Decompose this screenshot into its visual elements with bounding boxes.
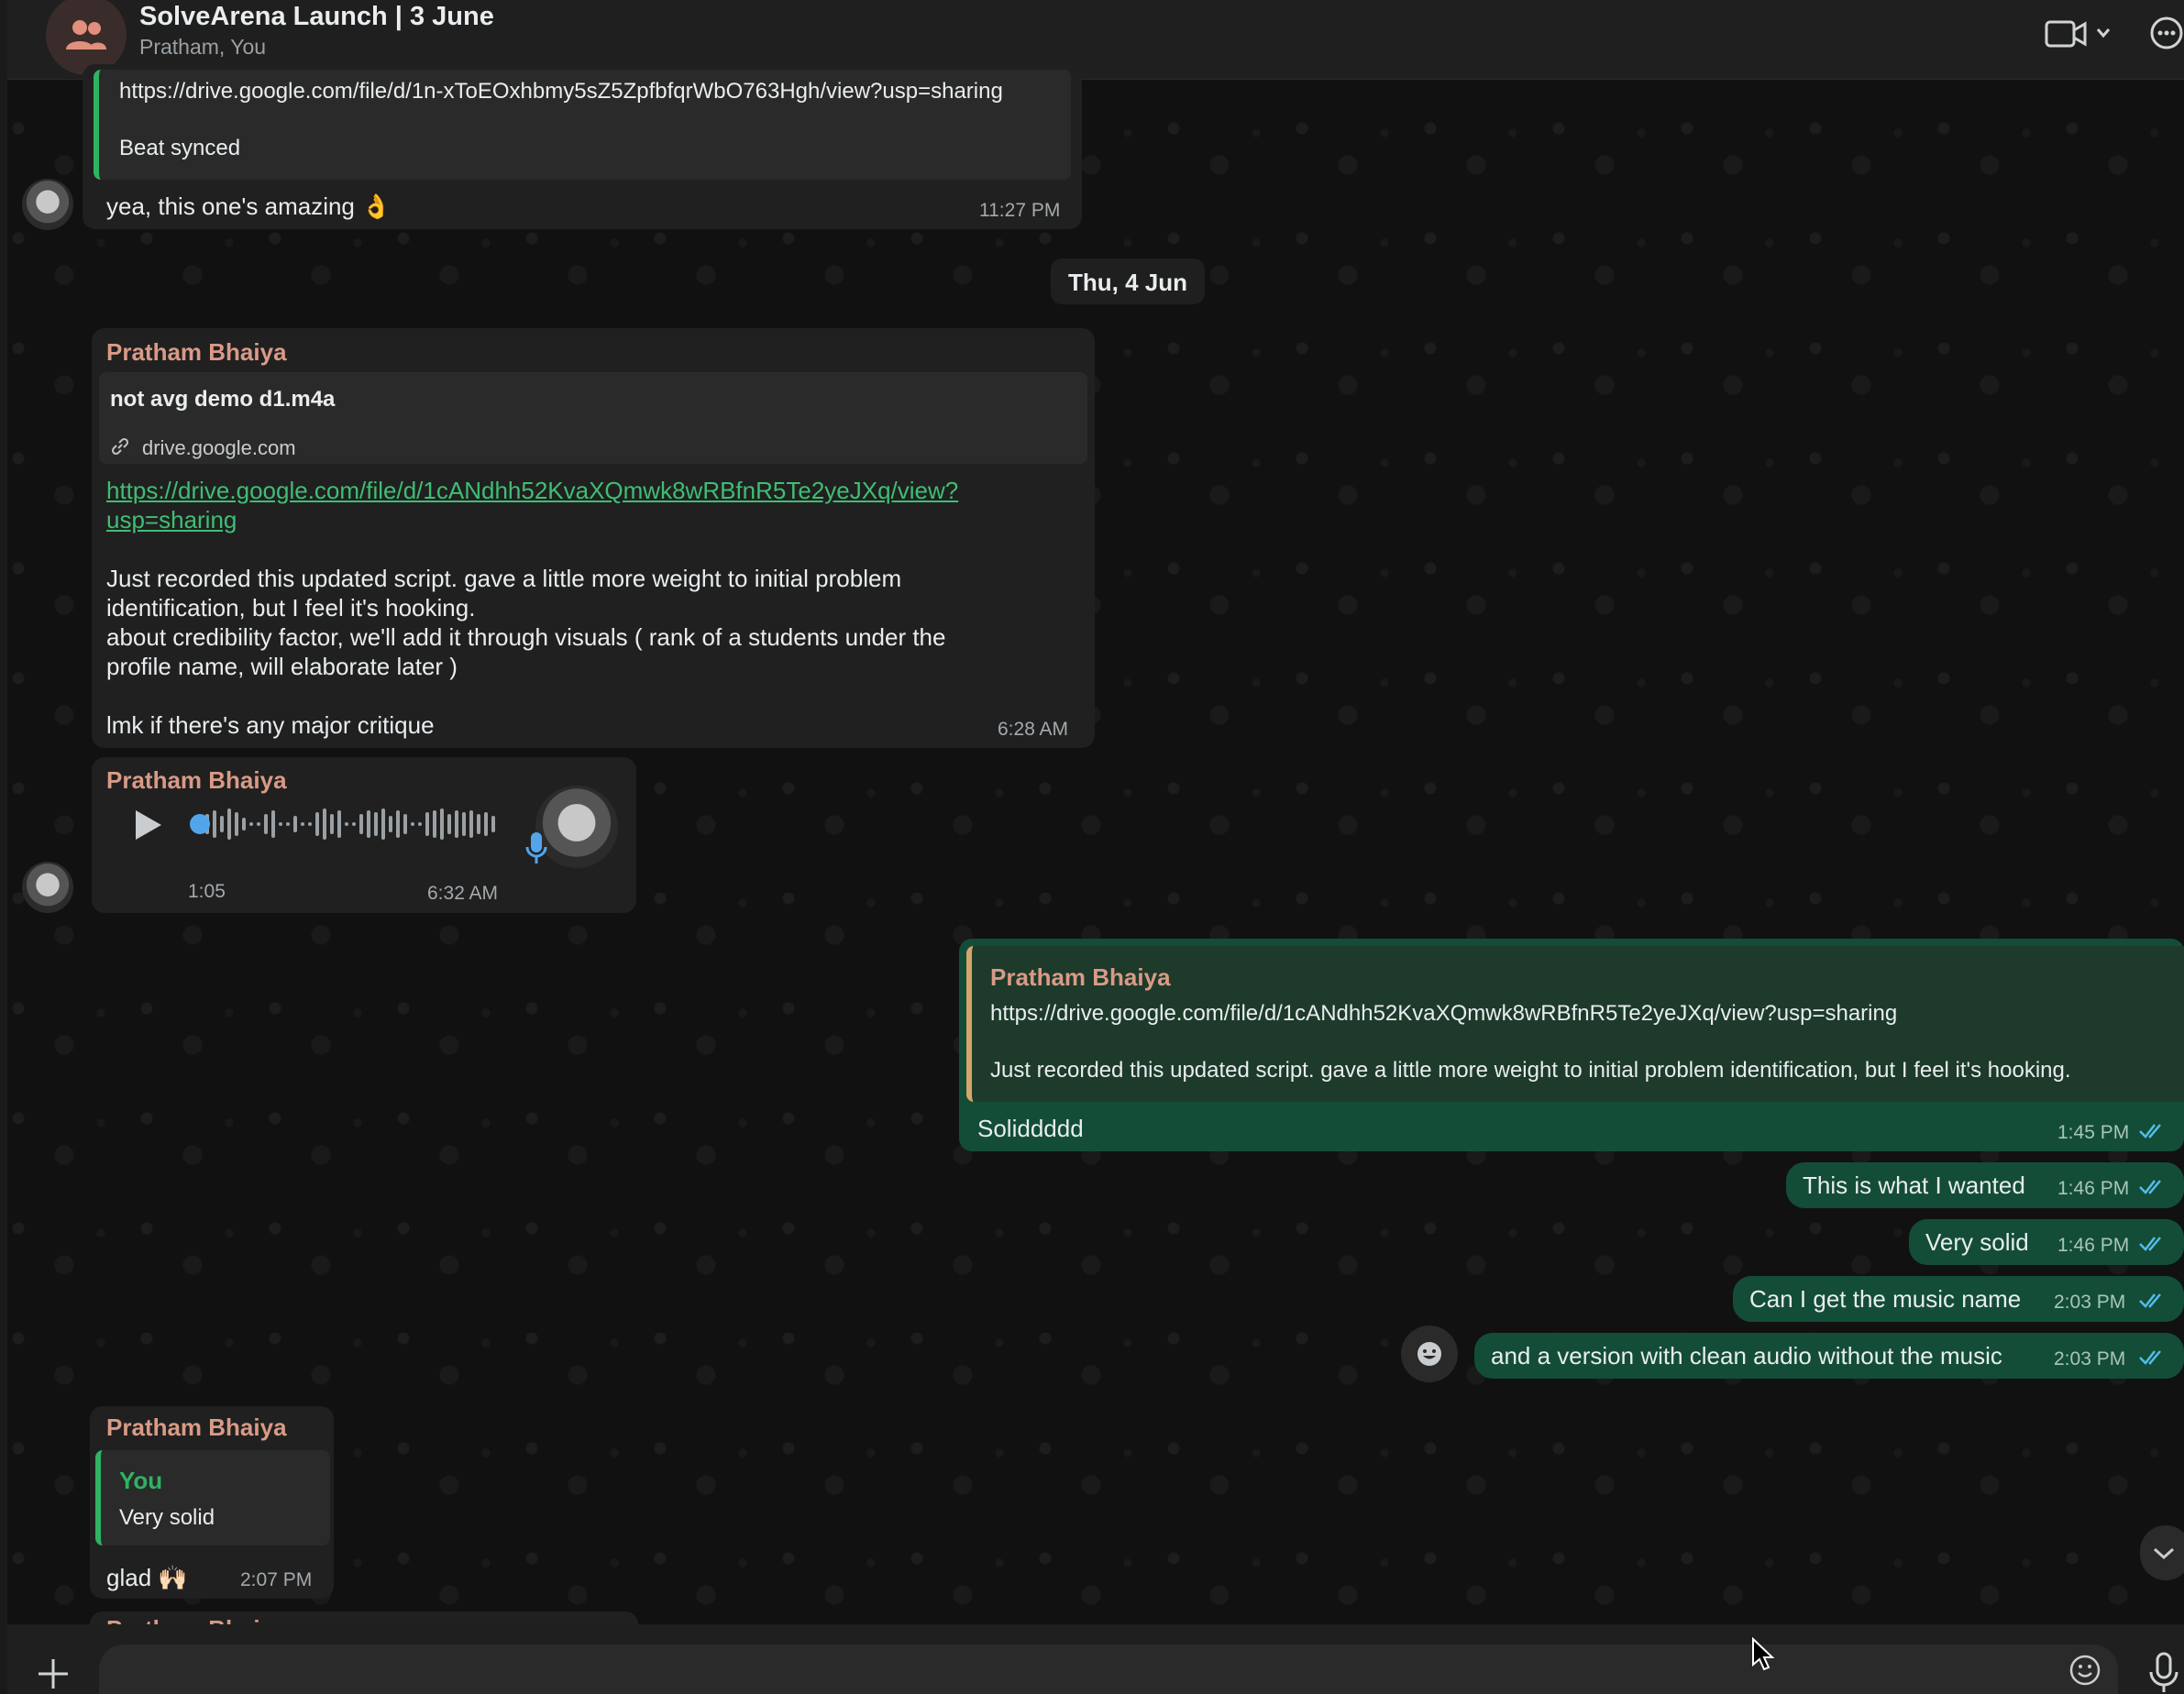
chevron-down-icon [2153, 1547, 2175, 1560]
emoji-picker-button[interactable] [2068, 1654, 2101, 1687]
attach-button[interactable] [37, 1657, 70, 1690]
more-options-button[interactable] [2148, 15, 2184, 51]
link-icon [111, 437, 129, 456]
message-text: yea, this one's amazing 👌 [106, 192, 392, 220]
quoted-text: Very solid [119, 1505, 215, 1530]
date-divider-label: Thu, 4 Jun [1068, 269, 1187, 296]
message-text-line: Just recorded this updated script. gave … [106, 565, 902, 592]
quoted-text: Beat synced [119, 136, 241, 160]
message-time: 6:28 AM [998, 719, 1069, 740]
group-icon [66, 20, 106, 50]
sender-avatar[interactable] [22, 862, 73, 913]
link-preview-title: not avg demo d1.m4a [110, 387, 336, 412]
quoted-link-text: https://drive.google.com/file/d/1cANdhh5… [990, 1001, 1898, 1026]
read-receipt-icon [2139, 1124, 2161, 1138]
quoted-text: Just recorded this updated script. gave … [990, 1058, 2071, 1083]
chat-title[interactable]: SolveArena Launch | 3 June [139, 2, 494, 32]
message-time: 2:03 PM [2054, 1348, 2126, 1370]
sender-name[interactable]: Pratham Bhaiya [106, 1414, 287, 1442]
sender-name[interactable]: Pratham Bhaiya [106, 1615, 287, 1624]
message-bubble-partial[interactable]: Pratham Bhaiya [90, 1612, 638, 1624]
message-time: 2:03 PM [2054, 1292, 2126, 1313]
message-text: This is what I wanted [1803, 1172, 2025, 1199]
message-time: 1:46 PM [2057, 1235, 2130, 1256]
microphone-icon [525, 832, 547, 864]
message-text: and a version with clean audio without t… [1491, 1342, 2002, 1370]
message-text-line: profile name, will elaborate later ) [106, 653, 458, 680]
message-time: 6:32 AM [427, 883, 499, 904]
sender-name[interactable]: Pratham Bhaiya [106, 766, 287, 795]
voice-duration: 1:05 [188, 881, 226, 902]
voice-record-button[interactable] [2147, 1652, 2180, 1694]
message-text-line: lmk if there's any major critique [106, 711, 435, 739]
message-text-line: about credibility factor, we'll add it t… [106, 623, 946, 651]
message-text-line: identification, but I feel it's hooking. [106, 594, 476, 622]
audio-waveform[interactable] [187, 803, 508, 845]
emoji-icon [1417, 1342, 1441, 1366]
video-camera-icon [2045, 20, 2111, 48]
more-icon [2150, 16, 2183, 50]
message-input[interactable] [99, 1644, 2118, 1694]
quoted-reply[interactable] [95, 1450, 330, 1546]
sender-avatar[interactable] [22, 179, 73, 230]
read-receipt-icon [2139, 1237, 2161, 1251]
mouse-cursor-icon [1752, 1637, 1775, 1671]
quoted-sender-name: You [119, 1467, 163, 1494]
play-button[interactable] [128, 807, 165, 843]
message-time: 2:07 PM [240, 1569, 313, 1590]
message-text: glad 🙌🏻 [106, 1564, 188, 1591]
read-receipt-icon [2139, 1293, 2161, 1308]
message-time: 1:46 PM [2057, 1178, 2130, 1199]
quoted-sender-name: Pratham Bhaiya [990, 963, 1171, 991]
link-preview-domain: drive.google.com [142, 436, 296, 459]
message-time: 11:27 PM [979, 200, 1061, 221]
video-call-button[interactable] [2045, 16, 2118, 53]
read-receipt-icon [2139, 1350, 2161, 1365]
message-text: Very solid [1925, 1228, 2029, 1256]
window-edge [0, 0, 7, 1694]
chat-participants: Pratham, You [139, 35, 267, 59]
read-receipt-icon [2139, 1180, 2161, 1194]
scroll-to-bottom-button[interactable] [2140, 1525, 2184, 1580]
playback-knob [190, 814, 210, 834]
message-text: Soliddddd [977, 1115, 1084, 1142]
message-text: Can I get the music name [1749, 1285, 2022, 1313]
message-link[interactable]: https://drive.google.com/file/d/1cANdhh5… [106, 477, 958, 505]
sender-name[interactable]: Pratham Bhaiya [106, 338, 287, 367]
quoted-link-text: https://drive.google.com/file/d/1n-xToEO… [119, 79, 1003, 104]
message-link-continued[interactable]: usp=sharing [106, 506, 237, 534]
message-time: 1:45 PM [2057, 1122, 2130, 1143]
